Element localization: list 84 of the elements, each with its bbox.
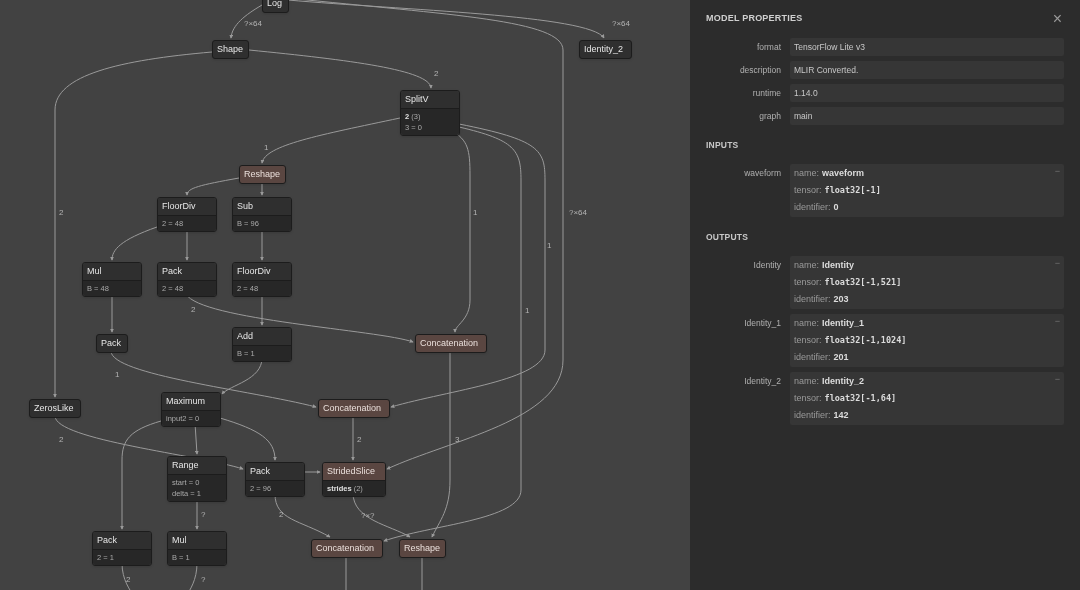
connector-arrow	[260, 181, 264, 196]
property-key: identifier:	[794, 406, 831, 424]
property-key: identifier:	[794, 348, 831, 366]
node-title: FloorDiv	[233, 263, 291, 280]
property-key: identifier:	[794, 290, 831, 308]
close-button[interactable]: ×	[1050, 11, 1064, 27]
node-title: Mul	[168, 532, 226, 549]
property-label: format	[755, 40, 781, 54]
property-label: Identity_1	[743, 316, 781, 330]
property-key: tensor:	[794, 181, 822, 199]
property-label: waveform	[743, 166, 781, 180]
node-title: SplitV	[401, 91, 459, 108]
property-value: waveform	[822, 166, 865, 180]
edge-label: ?×64	[244, 19, 263, 29]
section-title: OUTPUTS	[706, 230, 750, 244]
graph-node[interactable]: Reshape	[239, 165, 286, 184]
edge-label: 1	[264, 143, 269, 153]
property-value: 203	[833, 292, 849, 306]
graph-node[interactable]: Identity_2	[579, 40, 632, 59]
edge-label: 1	[547, 241, 552, 251]
property-label: graph	[758, 109, 781, 123]
property-value: TensorFlow Lite v3	[790, 38, 1064, 56]
property-value: main	[790, 107, 1064, 125]
node-title: StridedSlice	[323, 463, 385, 480]
property-label: runtime	[751, 86, 781, 100]
property-key: name:	[794, 164, 819, 182]
property-key: name:	[794, 256, 819, 274]
node-title: Sub	[233, 198, 291, 215]
property-value: float32[-1,521]	[824, 275, 902, 289]
graph-node[interactable]: Pack	[96, 334, 128, 353]
property-key: name:	[794, 314, 819, 332]
property-value: 142	[833, 408, 849, 422]
node-title: Range	[168, 457, 226, 474]
edge-label: 3	[455, 435, 460, 445]
graph-node[interactable]: Concatenation	[311, 539, 383, 558]
graph-node[interactable]: Log	[262, 0, 289, 13]
edge-label: 2	[59, 435, 64, 445]
section-title: INPUTS	[706, 139, 740, 152]
node-title: Add	[233, 328, 291, 345]
edge-label: 2	[357, 435, 362, 445]
property-key: tensor:	[794, 273, 822, 291]
node-title: Maximum	[162, 393, 220, 410]
property-key: identifier:	[794, 198, 831, 216]
edge-label: ?×64	[569, 208, 588, 218]
property-label: description	[738, 63, 781, 77]
property-value: 0	[833, 200, 839, 214]
property-value: float32[-1,1024]	[824, 333, 907, 347]
edge-label: 2	[59, 208, 64, 218]
property-key: name:	[794, 372, 819, 390]
property-key: tensor:	[794, 389, 822, 407]
edge-label: ?×?	[361, 511, 375, 521]
edge-label: 1	[115, 370, 120, 380]
property-value: 201	[833, 350, 849, 364]
edge-label: 2	[191, 305, 196, 315]
property-value: float32[-1]	[824, 183, 881, 197]
property-value: 1.14.0	[790, 84, 1064, 102]
property-label: Identity_2	[743, 374, 781, 388]
edge-label: 2	[434, 69, 439, 79]
property-label: Identity	[752, 258, 781, 272]
property-value: Identity_1	[822, 316, 865, 330]
edge-label: ?×64	[612, 19, 631, 29]
graph-node[interactable]: Concatenation	[318, 399, 390, 418]
graph-node[interactable]: ZerosLike	[29, 399, 81, 418]
edge-label: ?	[201, 575, 206, 585]
edge-label: 1	[525, 306, 530, 316]
graph-node[interactable]: Reshape	[399, 539, 446, 558]
edge-label: 2	[126, 575, 131, 585]
property-value: float32[-1,64]	[824, 391, 897, 405]
property-value: MLIR Converted.	[790, 61, 1064, 79]
edge-label: 2	[279, 510, 284, 520]
panel-title: MODEL PROPERTIES	[706, 12, 803, 26]
graph-node[interactable]: Concatenation	[415, 334, 487, 353]
connector-arrow	[229, 4, 263, 39]
node-title: Mul	[83, 263, 141, 280]
edge-label: 1	[473, 208, 478, 218]
node-title: Pack	[158, 263, 216, 280]
edge-label: ?	[201, 510, 206, 520]
node-title: Pack	[93, 532, 151, 549]
property-value: Identity_2	[822, 374, 865, 388]
property-value: Identity	[822, 258, 855, 272]
property-key: tensor:	[794, 331, 822, 349]
node-title: Pack	[246, 463, 304, 480]
graph-node[interactable]: Shape	[212, 40, 249, 59]
node-title: FloorDiv	[158, 198, 216, 215]
